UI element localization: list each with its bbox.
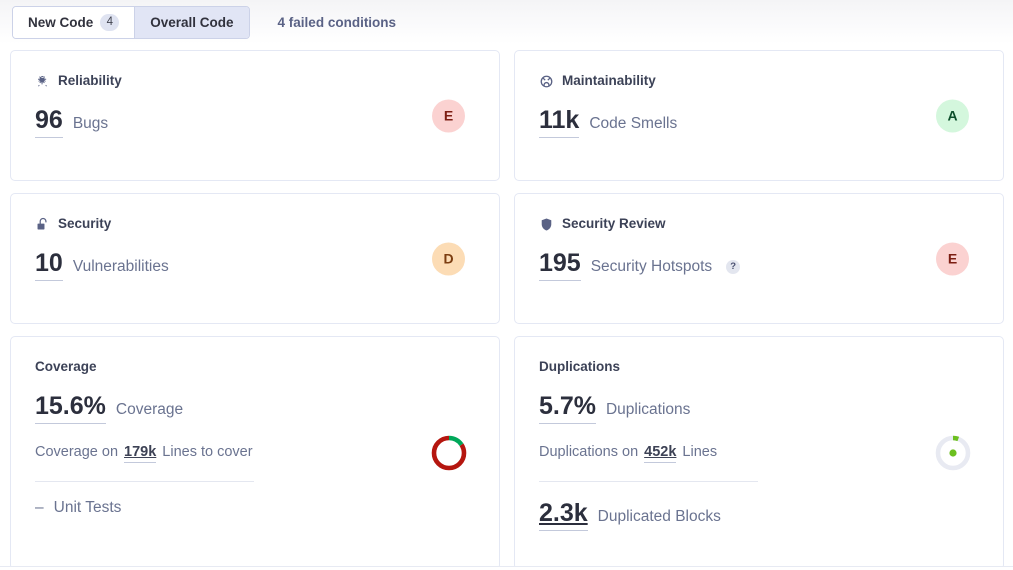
card-maintainability-title-label: Maintainability <box>562 73 656 88</box>
tab-overall-code-label: Overall Code <box>150 14 234 30</box>
card-security-review-metric: 195 Security Hotspots ? <box>539 249 979 281</box>
duplications-divider <box>539 481 758 482</box>
card-duplications-title-label: Duplications <box>539 359 621 374</box>
security-review-rating-badge[interactable]: E <box>936 242 969 275</box>
card-security-title-label: Security <box>58 216 112 231</box>
duplications-percent-label: Duplications <box>605 401 691 418</box>
shield-icon <box>539 217 554 232</box>
card-security-review-title: Security Review <box>539 216 979 232</box>
tab-new-code[interactable]: New Code 4 <box>13 6 135 38</box>
tab-group: New Code 4 Overall Code <box>12 5 250 39</box>
card-reliability-title: Reliability <box>35 73 475 89</box>
card-maintainability-title: Maintainability <box>539 73 979 89</box>
coverage-lines-prefix: Coverage on <box>35 444 119 460</box>
card-duplications: Duplications 5.7% Duplications Duplicati… <box>514 336 1004 570</box>
security-hotspots-label: Security Hotspots <box>590 258 713 275</box>
security-vulnerabilities-value[interactable]: 10 <box>35 249 63 281</box>
tab-new-code-badge: 4 <box>100 13 120 31</box>
project-measures-overview: New Code 4 Overall Code 4 failed conditi… <box>0 0 1013 570</box>
reliability-bugs-value[interactable]: 96 <box>35 106 63 138</box>
duplications-lines-row: Duplications on 452k Lines <box>539 444 979 463</box>
coverage-donut-chart <box>429 433 469 473</box>
open-lock-icon <box>35 217 50 232</box>
reliability-rating-badge[interactable]: E <box>432 99 465 132</box>
bug-icon <box>35 74 50 89</box>
card-reliability-title-label: Reliability <box>58 73 122 88</box>
measures-card-grid: Reliability 96 Bugs E Maintainability 11… <box>10 50 1004 570</box>
page-bottom-edge <box>0 566 1013 570</box>
card-coverage-title-label: Coverage <box>35 359 97 374</box>
card-security-review: Security Review 195 Security Hotspots ? … <box>514 193 1004 324</box>
security-vulnerabilities-label: Vulnerabilities <box>72 258 169 275</box>
code-smell-icon <box>539 74 554 89</box>
coverage-percent-label: Coverage <box>115 401 184 418</box>
card-duplications-metric: 5.7% Duplications <box>539 392 979 424</box>
card-security-title: Security <box>35 216 475 232</box>
duplicated-blocks-row: 2.3k Duplicated Blocks <box>539 499 979 531</box>
unit-tests-empty-value: – <box>35 499 44 516</box>
security-rating-badge[interactable]: D <box>432 242 465 275</box>
card-duplications-title: Duplications <box>539 359 979 375</box>
duplications-donut-chart <box>933 433 973 473</box>
card-coverage-metric: 15.6% Coverage <box>35 392 475 424</box>
security-hotspots-value[interactable]: 195 <box>539 249 581 281</box>
tab-overall-code[interactable]: Overall Code <box>134 6 249 38</box>
card-maintainability: Maintainability 11k Code Smells A <box>514 50 1004 181</box>
reliability-bugs-label: Bugs <box>72 115 109 132</box>
duplications-percent-value[interactable]: 5.7% <box>539 392 596 424</box>
duplications-lines-prefix: Duplications on <box>539 444 639 460</box>
card-security-review-title-label: Security Review <box>562 216 666 231</box>
duplicated-blocks-value[interactable]: 2.3k <box>539 499 588 531</box>
failed-conditions-link[interactable]: 4 failed conditions <box>278 15 397 30</box>
help-icon[interactable]: ? <box>726 259 741 274</box>
coverage-lines-value[interactable]: 179k <box>124 444 157 463</box>
unit-tests-label: Unit Tests <box>53 499 122 516</box>
tab-new-code-label: New Code <box>28 14 94 30</box>
card-security-metric: 10 Vulnerabilities <box>35 249 475 281</box>
maintainability-rating-badge[interactable]: A <box>936 99 969 132</box>
maintainability-code-smells-value[interactable]: 11k <box>539 106 580 138</box>
coverage-divider <box>35 481 254 482</box>
maintainability-code-smells-label: Code Smells <box>589 115 678 132</box>
coverage-percent-value[interactable]: 15.6% <box>35 392 106 424</box>
card-coverage: Coverage 15.6% Coverage Coverage on 179k… <box>10 336 500 570</box>
duplicated-blocks-label: Duplicated Blocks <box>597 508 721 525</box>
coverage-lines-suffix: Lines to cover <box>162 444 253 460</box>
card-coverage-title: Coverage <box>35 359 475 375</box>
code-scope-tabbar: New Code 4 Overall Code 4 failed conditi… <box>0 0 1013 44</box>
duplications-lines-suffix: Lines <box>682 444 718 460</box>
coverage-unit-tests-row: – Unit Tests <box>35 499 475 517</box>
coverage-lines-row: Coverage on 179k Lines to cover <box>35 444 475 463</box>
card-security: Security 10 Vulnerabilities D <box>10 193 500 324</box>
card-reliability-metric: 96 Bugs <box>35 106 475 138</box>
card-maintainability-metric: 11k Code Smells <box>539 106 979 138</box>
card-reliability: Reliability 96 Bugs E <box>10 50 500 181</box>
duplications-lines-value[interactable]: 452k <box>644 444 677 463</box>
